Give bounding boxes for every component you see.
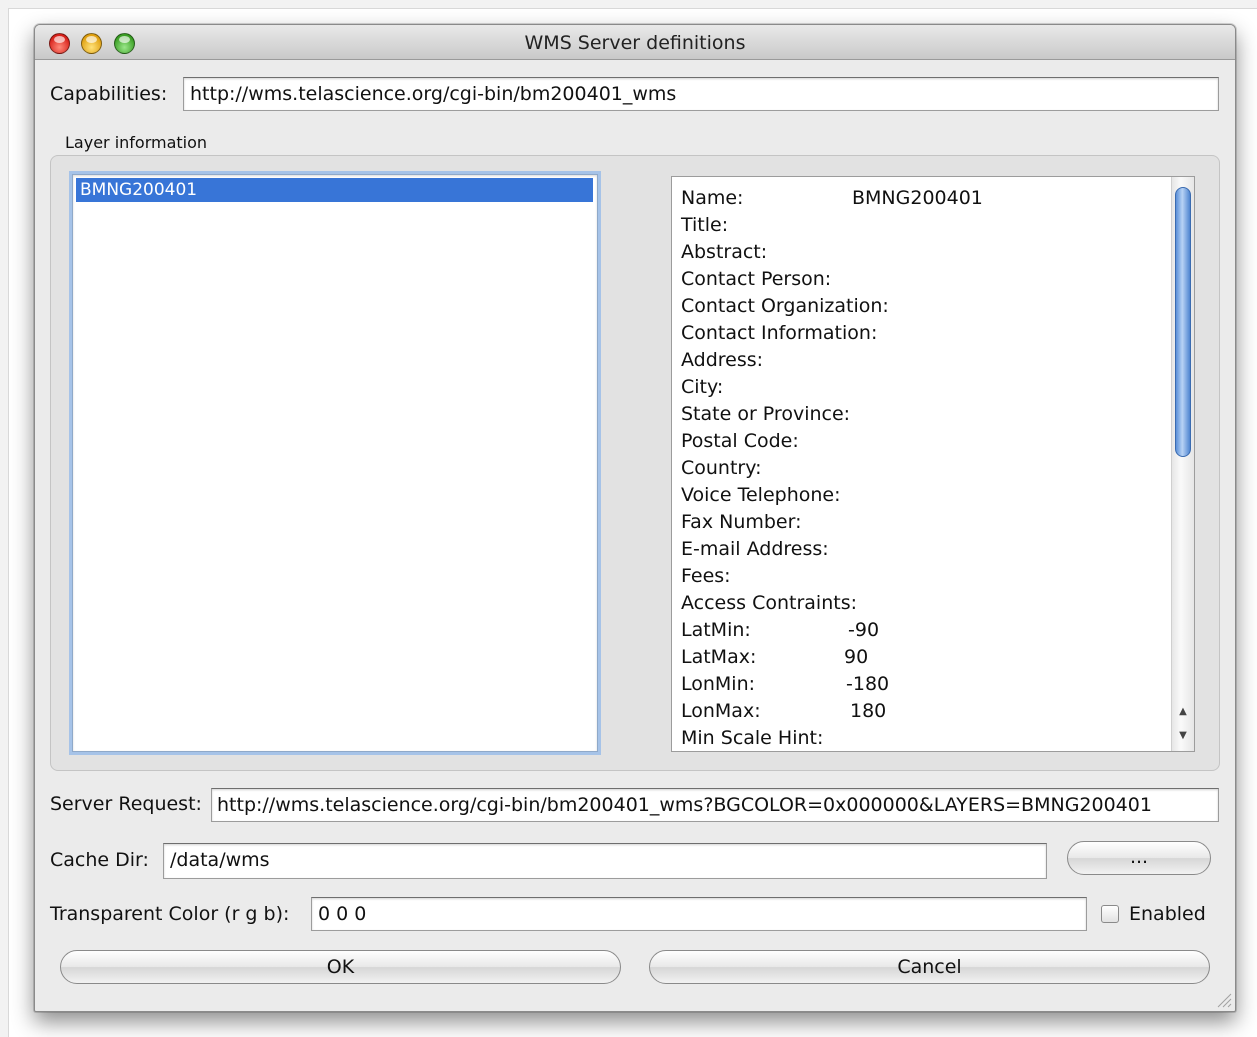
transparent-color-label: Transparent Color (r g b): bbox=[50, 903, 290, 925]
layer-detail-label: Abstract: bbox=[681, 241, 768, 263]
layer-detail-label: LatMin: bbox=[681, 619, 751, 641]
layer-detail-label: Country: bbox=[681, 457, 762, 479]
resize-grip-icon[interactable] bbox=[1216, 992, 1232, 1008]
layer-detail-label: Contact Person: bbox=[681, 268, 832, 290]
title-bar[interactable]: WMS Server definitions bbox=[35, 25, 1235, 60]
layer-information-group: BMNG200401 Name: BMNG200401 Title: Abstract… bbox=[50, 155, 1220, 771]
layer-detail-label: Postal Code: bbox=[681, 430, 799, 452]
layer-detail-label: LonMax: bbox=[681, 700, 761, 722]
details-scrollbar[interactable]: ▲ ▼ bbox=[1171, 177, 1194, 751]
browse-button[interactable]: ... bbox=[1067, 841, 1211, 875]
layer-detail-label: Contact Organization: bbox=[681, 295, 889, 317]
layer-detail-label: Fax Number: bbox=[681, 511, 802, 533]
wms-server-dialog: WMS Server definitions Capabilities: htt… bbox=[34, 24, 1236, 1012]
enabled-label: Enabled bbox=[1129, 903, 1206, 925]
details-scrollbar-thumb[interactable] bbox=[1175, 187, 1191, 457]
ok-button[interactable]: OK bbox=[60, 950, 621, 984]
window-title: WMS Server definitions bbox=[524, 32, 746, 54]
layer-list[interactable]: BMNG200401 bbox=[72, 174, 598, 752]
layer-detail-label: Title: bbox=[681, 214, 729, 236]
cancel-button[interactable]: Cancel bbox=[649, 950, 1210, 984]
scroll-up-icon[interactable]: ▲ bbox=[1175, 703, 1191, 721]
layer-detail-label: Contact Information: bbox=[681, 322, 878, 344]
layer-detail-value: BMNG200401 bbox=[852, 187, 983, 209]
layer-detail-label: LonMin: bbox=[681, 673, 756, 695]
capabilities-input[interactable]: http://wms.telascience.org/cgi-bin/bm200… bbox=[183, 77, 1219, 111]
layer-detail-label: State or Province: bbox=[681, 403, 851, 425]
layer-detail-label: Name: bbox=[681, 187, 744, 209]
layer-detail-value: -90 bbox=[848, 619, 880, 641]
layer-detail-label: Address: bbox=[681, 349, 764, 371]
layer-detail-label: Min Scale Hint: bbox=[681, 727, 824, 749]
cache-dir-input[interactable]: /data/wms bbox=[163, 843, 1047, 879]
enabled-checkbox[interactable] bbox=[1101, 905, 1119, 923]
layer-detail-value: 180 bbox=[850, 700, 887, 722]
layer-detail-label: City: bbox=[681, 376, 724, 398]
layer-detail-label: Voice Telephone: bbox=[681, 484, 841, 506]
scroll-down-icon[interactable]: ▼ bbox=[1175, 727, 1191, 745]
layer-detail-label: LatMax: bbox=[681, 646, 757, 668]
transparent-color-input[interactable]: 0 0 0 bbox=[311, 897, 1087, 931]
layer-detail-value: 90 bbox=[844, 646, 869, 668]
layer-detail-label: E-mail Address: bbox=[681, 538, 829, 560]
cache-dir-label: Cache Dir: bbox=[50, 849, 149, 871]
layer-detail-label: Access Contraints: bbox=[681, 592, 857, 614]
layer-details-panel[interactable]: Name: BMNG200401 Title: Abstract: Contact Pe… bbox=[671, 176, 1195, 752]
server-request-input[interactable]: http://wms.telascience.org/cgi-bin/bm200… bbox=[211, 788, 1219, 822]
layer-detail-label: Fees: bbox=[681, 565, 731, 587]
server-request-label: Server Request: bbox=[50, 793, 202, 815]
layer-information-title: Layer information bbox=[65, 133, 208, 152]
layer-list-item-selected[interactable]: BMNG200401 bbox=[76, 178, 593, 202]
layer-detail-value: -180 bbox=[846, 673, 890, 695]
capabilities-label: Capabilities: bbox=[50, 83, 168, 105]
